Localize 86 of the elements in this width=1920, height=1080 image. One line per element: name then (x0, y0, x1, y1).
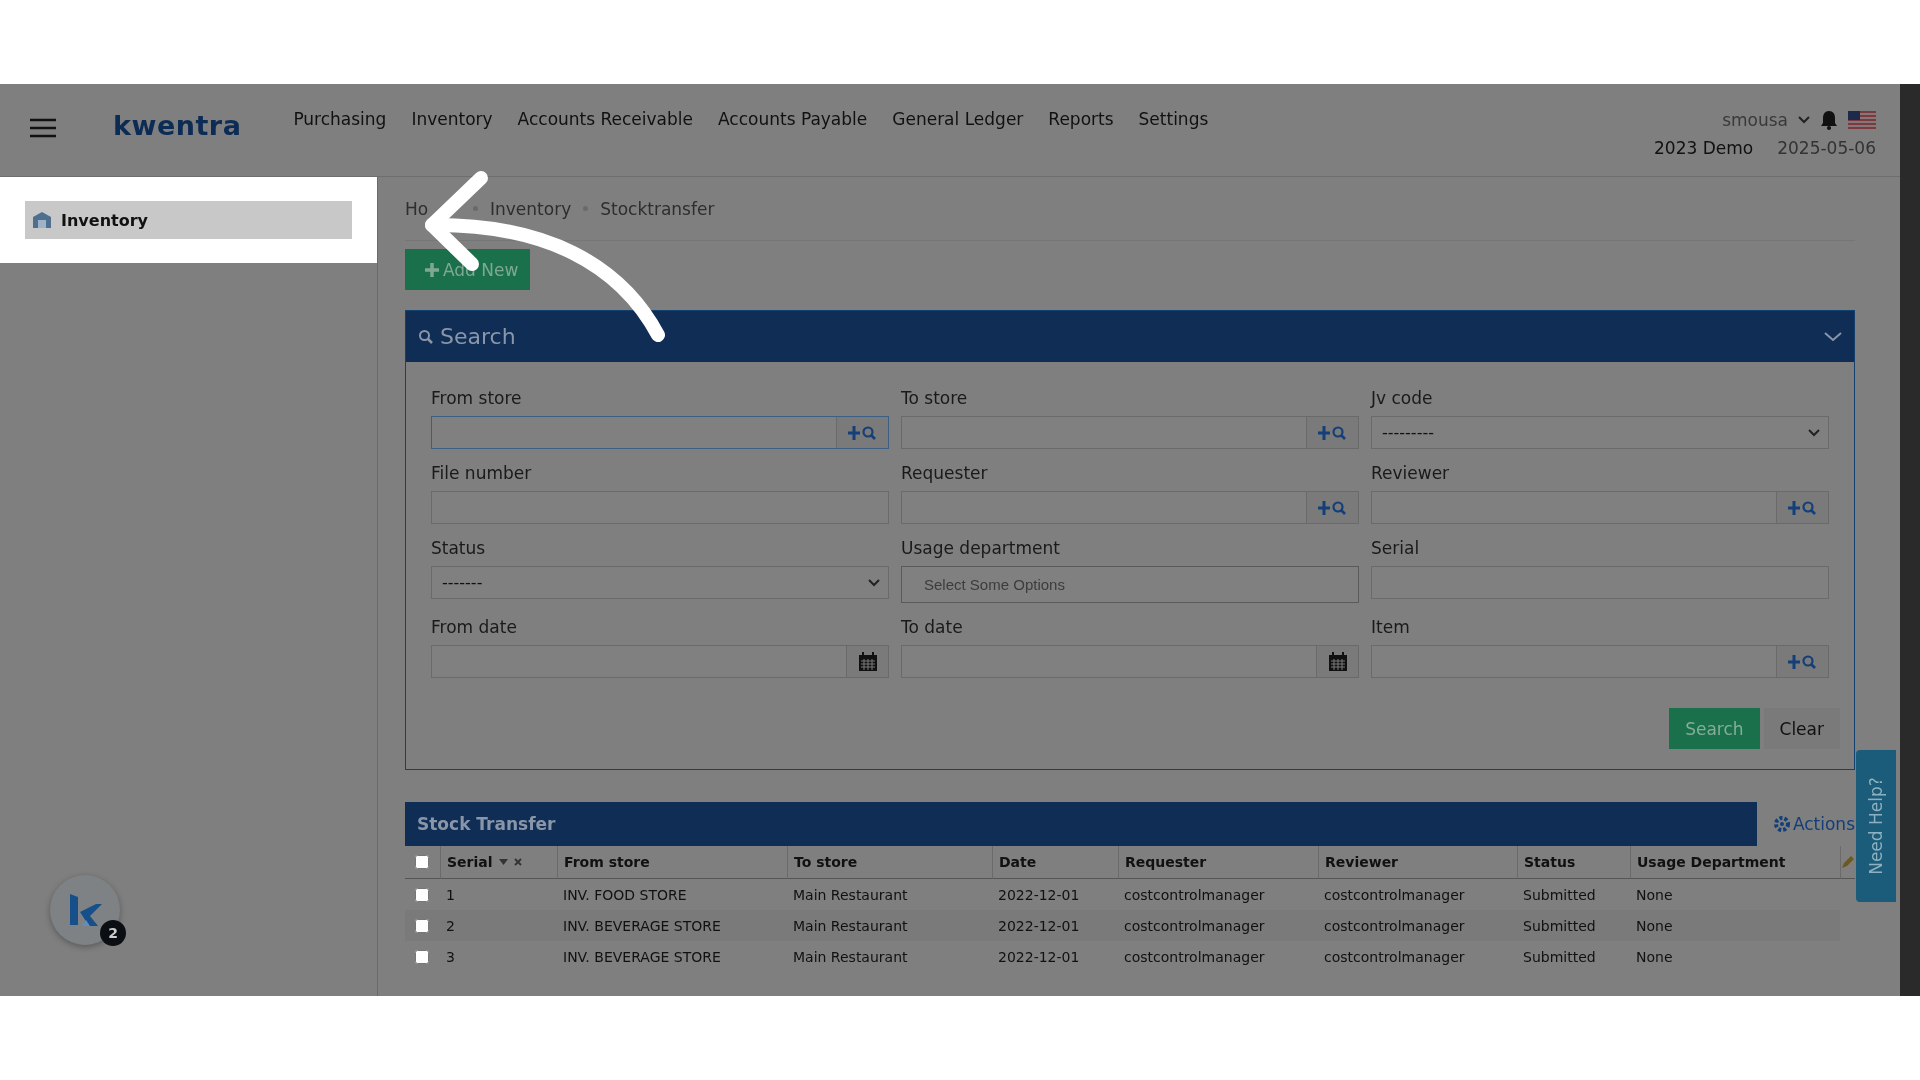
clear-button[interactable]: Clear (1763, 708, 1840, 749)
user-menu[interactable]: smousa (1722, 110, 1788, 130)
table-cell: Submitted (1517, 910, 1630, 941)
plus-search-icon (1787, 499, 1818, 516)
plus-search-icon (1787, 653, 1818, 670)
field-label: To store (901, 388, 969, 408)
chevron-down-icon (1798, 116, 1810, 124)
table-cell: Main Restaurant (787, 910, 992, 941)
nav-link[interactable]: Accounts Payable (718, 109, 868, 129)
k-logo-icon (68, 892, 102, 928)
add-search-button[interactable] (1776, 646, 1828, 677)
field-label: File number (431, 463, 533, 483)
row-checkbox[interactable] (415, 887, 429, 902)
table-cell: costcontrolmanager (1318, 910, 1517, 941)
field-label: Usage department (901, 538, 1061, 558)
nav-link[interactable]: General Ledger (892, 109, 1024, 129)
breadcrumb-link[interactable]: Ho (405, 198, 461, 219)
field-label: To date (901, 617, 964, 637)
panel-title: Search (440, 324, 516, 349)
field-label: Reviewer (1371, 463, 1451, 483)
sort-down-icon[interactable] (498, 859, 508, 865)
lookup-field[interactable] (1371, 645, 1829, 678)
row-checkbox[interactable] (415, 949, 429, 964)
pencil-icon[interactable] (1841, 855, 1855, 869)
plus-search-icon (1317, 499, 1348, 516)
nav-link[interactable]: Settings (1138, 109, 1209, 129)
field-label: Status (431, 538, 487, 558)
add-search-button[interactable] (1306, 492, 1358, 523)
breadcrumb-link[interactable]: Inventory (490, 198, 572, 219)
chat-launcher[interactable] (50, 875, 120, 945)
help-tab[interactable]: Need Help? (1856, 750, 1896, 902)
field-label: Item (1371, 617, 1411, 637)
search-icon (418, 328, 434, 345)
field-label: Requester (901, 463, 989, 483)
flag-icon[interactable] (1848, 111, 1876, 129)
field-label: Serial (1371, 538, 1421, 558)
menu-icon[interactable] (30, 118, 56, 138)
nav-link[interactable]: Reports (1048, 109, 1114, 129)
table-cell: INV. BEVERAGE STORE (557, 910, 787, 941)
sidebar-item[interactable]: Inventory (25, 201, 352, 239)
add-search-button[interactable] (1776, 492, 1828, 523)
calendar-icon (857, 651, 878, 672)
table-cell: 2022-12-01 (992, 910, 1118, 941)
table-cell: costcontrolmanager (1118, 910, 1318, 941)
plus-search-icon (847, 424, 878, 441)
notification-badge: 2 (100, 920, 126, 946)
sidebar-item-label: Inventory (61, 210, 148, 230)
add-search-button[interactable] (836, 417, 888, 448)
field-label: From store (431, 388, 523, 408)
multiselect-field[interactable]: Select Some Options (901, 566, 1359, 603)
breadcrumb-link[interactable]: Stocktransfer (600, 198, 715, 219)
company-name: 2023 Demo (1654, 138, 1754, 158)
select-field[interactable]: --------- (1371, 416, 1829, 449)
field-label: From date (431, 617, 518, 637)
calendar-icon (1327, 651, 1348, 672)
row-checkbox[interactable] (415, 918, 429, 933)
search-button[interactable]: Search (1669, 708, 1760, 749)
lookup-field[interactable] (431, 416, 889, 449)
plus-search-icon (1317, 424, 1348, 441)
select-all-checkbox[interactable] (415, 855, 429, 869)
lookup-field[interactable] (1371, 491, 1829, 524)
nav-link[interactable]: Purchasing (293, 109, 387, 129)
gear-icon (1772, 815, 1791, 833)
date-text: 2025-05-06 (1777, 138, 1876, 158)
table-cell: 2 (440, 910, 557, 941)
nav-link[interactable]: Inventory (411, 109, 493, 129)
search-panel-header[interactable]: Search (406, 311, 1854, 362)
add-search-button[interactable] (1306, 417, 1358, 448)
actions-link[interactable]: Actions (1756, 802, 1855, 846)
nav-link[interactable]: Accounts Receivable (517, 109, 693, 129)
lookup-field[interactable] (901, 416, 1359, 449)
table-title-bar: Stock Transfer (405, 802, 1757, 846)
chevron-down-icon[interactable] (1824, 331, 1842, 342)
field-label: Jv code (1371, 388, 1434, 408)
chevron-down-icon (868, 578, 880, 587)
lookup-field[interactable] (901, 491, 1359, 524)
bell-icon[interactable] (1820, 110, 1838, 130)
select-field[interactable]: ------- (431, 566, 889, 599)
date-field[interactable] (901, 645, 1359, 678)
chevron-down-icon (1808, 428, 1820, 437)
plus-icon (425, 262, 439, 277)
warehouse-icon (33, 212, 51, 228)
logo[interactable]: kwentra (113, 110, 242, 141)
close-icon[interactable] (513, 858, 522, 866)
date-field[interactable] (431, 645, 889, 678)
table-cell: None (1630, 910, 1840, 941)
